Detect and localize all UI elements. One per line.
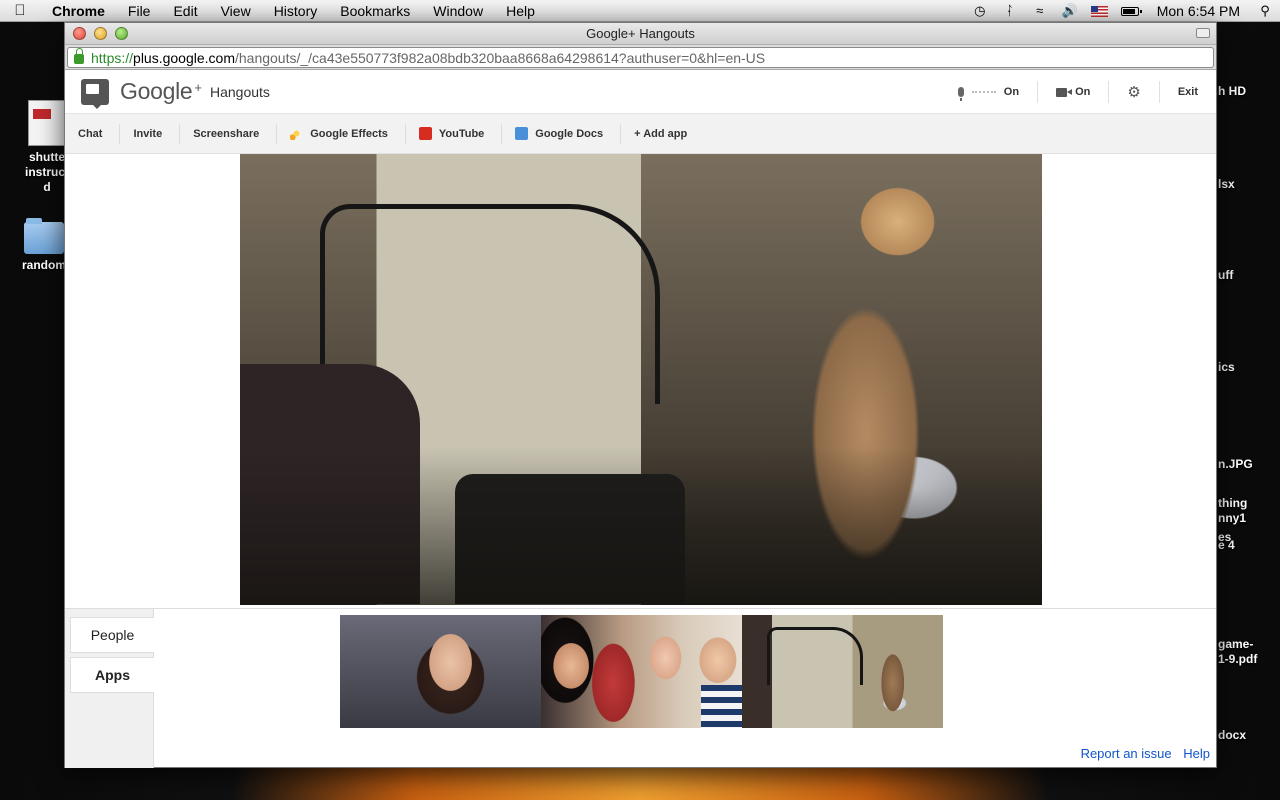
desktop-label[interactable]: uff <box>1218 268 1233 283</box>
window-title: Google+ Hangouts <box>586 26 695 41</box>
google-effects-button[interactable]: Google Effects <box>277 123 406 144</box>
mic-state: On <box>1003 86 1020 98</box>
report-issue-link[interactable]: Report an issue <box>1081 746 1172 761</box>
address-bar[interactable]: https:// plus.google.com /hangouts/_/ca4… <box>67 47 1214 68</box>
menu-clock[interactable]: Mon 6:54 PM <box>1145 3 1250 19</box>
hangout-toolbar: Chat Invite Screenshare Google Effects Y… <box>65 114 1216 154</box>
screenshare-button[interactable]: Screenshare <box>180 123 278 144</box>
menu-edit[interactable]: Edit <box>161 3 208 19</box>
participant-strip: People Apps Report an issue Help <box>65 608 1216 768</box>
youtube-label: YouTube <box>438 127 485 140</box>
zoom-window-button[interactable] <box>115 27 128 40</box>
folder-icon <box>24 218 64 254</box>
help-link[interactable]: Help <box>1183 746 1210 761</box>
menu-window[interactable]: Window <box>421 3 494 19</box>
youtube-icon <box>418 127 432 140</box>
google-effects-label: Google Effects <box>310 127 388 140</box>
microphone-icon <box>957 87 964 101</box>
input-flag-icon[interactable] <box>1085 3 1115 18</box>
participant-thumbnail[interactable] <box>742 615 943 728</box>
url-path: /hangouts/_/ca43e550773f982a08bdb320baa8… <box>234 49 766 66</box>
menu-view[interactable]: View <box>209 3 262 19</box>
add-app-button[interactable]: + Add app <box>621 124 704 144</box>
spotlight-search-icon[interactable]: ⚲ <box>1250 3 1280 19</box>
desktop-label[interactable]: game- <box>1218 637 1253 652</box>
desktop-label[interactable]: ics <box>1218 360 1235 375</box>
desktop-label[interactable]: nny1 <box>1218 511 1246 526</box>
mic-level-meter <box>971 91 996 93</box>
gear-icon: ⚙ <box>1127 84 1141 101</box>
browser-window: Google+ Hangouts https:// plus.google.co… <box>64 22 1217 768</box>
sparkle-icon <box>290 127 304 140</box>
settings-button[interactable]: ⚙ <box>1108 81 1158 103</box>
participant-thumbnail[interactable] <box>340 615 541 728</box>
menu-bar:  Chrome File Edit View History Bookmark… <box>0 0 1280 22</box>
menu-app-chrome[interactable]: Chrome <box>40 3 116 19</box>
tab-people[interactable]: People <box>70 617 154 653</box>
menu-file[interactable]: File <box>116 3 162 19</box>
chat-button[interactable]: Chat <box>65 123 121 144</box>
camera-icon <box>1056 87 1073 97</box>
desktop-label[interactable]: h HD <box>1218 84 1246 99</box>
participant-thumbnail[interactable] <box>541 615 742 728</box>
footer-links: Report an issue Help <box>1073 746 1210 761</box>
url-scheme: https:// <box>91 49 134 66</box>
side-tabs: People Apps <box>65 609 154 768</box>
camera-toggle-button[interactable]: On <box>1037 81 1108 103</box>
battery-icon[interactable] <box>1115 3 1145 18</box>
participant-thumbnails <box>340 615 943 728</box>
desktop-label[interactable]: 1-9.pdf <box>1218 652 1257 667</box>
window-titlebar[interactable]: Google+ Hangouts <box>65 23 1216 45</box>
menu-bookmarks[interactable]: Bookmarks <box>328 3 421 19</box>
google-plus-mark: + <box>194 80 202 95</box>
url-host: plus.google.com <box>133 49 235 66</box>
main-video-feed[interactable] <box>240 154 1042 605</box>
camera-state: On <box>1075 86 1091 98</box>
document-icon <box>28 100 66 146</box>
google-brand: Google <box>120 78 193 104</box>
address-bar-container: https:// plus.google.com /hangouts/_/ca4… <box>65 45 1216 70</box>
desktop-label[interactable]: thing <box>1218 496 1247 511</box>
google-docs-button[interactable]: Google Docs <box>502 123 622 144</box>
google-docs-icon <box>515 127 529 140</box>
google-docs-label: Google Docs <box>535 127 604 140</box>
volume-icon[interactable]: 🔊 <box>1055 3 1085 19</box>
desktop-label[interactable]: n.JPG <box>1218 457 1253 472</box>
wifi-icon[interactable]: ≈ <box>1025 3 1055 18</box>
desktop-label[interactable]: lsx <box>1218 177 1235 192</box>
desktop-label[interactable]: docx <box>1218 728 1246 743</box>
tab-apps[interactable]: Apps <box>70 657 154 693</box>
mic-toggle-button[interactable]: On <box>940 81 1037 103</box>
close-window-button[interactable] <box>73 27 86 40</box>
youtube-button[interactable]: YouTube <box>406 123 503 144</box>
fullscreen-icon[interactable] <box>1196 28 1210 38</box>
invite-button[interactable]: Invite <box>120 123 181 144</box>
lock-icon[interactable] <box>74 48 84 64</box>
hangouts-logo-icon <box>81 78 109 109</box>
hangouts-header: Google + Hangouts On On ⚙ Exit <box>65 70 1216 114</box>
time-machine-icon[interactable]: ◷ <box>965 3 995 19</box>
minimize-window-button[interactable] <box>94 27 107 40</box>
menu-history[interactable]: History <box>262 3 329 19</box>
product-name: Hangouts <box>209 83 270 100</box>
apple-menu-icon[interactable]:  <box>0 2 40 19</box>
desktop-label[interactable]: e 4 <box>1218 538 1235 553</box>
bluetooth-icon[interactable]: ᛛ <box>995 3 1025 18</box>
video-stage <box>65 154 1216 605</box>
menu-help[interactable]: Help <box>494 3 546 19</box>
exit-button[interactable]: Exit <box>1158 81 1216 103</box>
